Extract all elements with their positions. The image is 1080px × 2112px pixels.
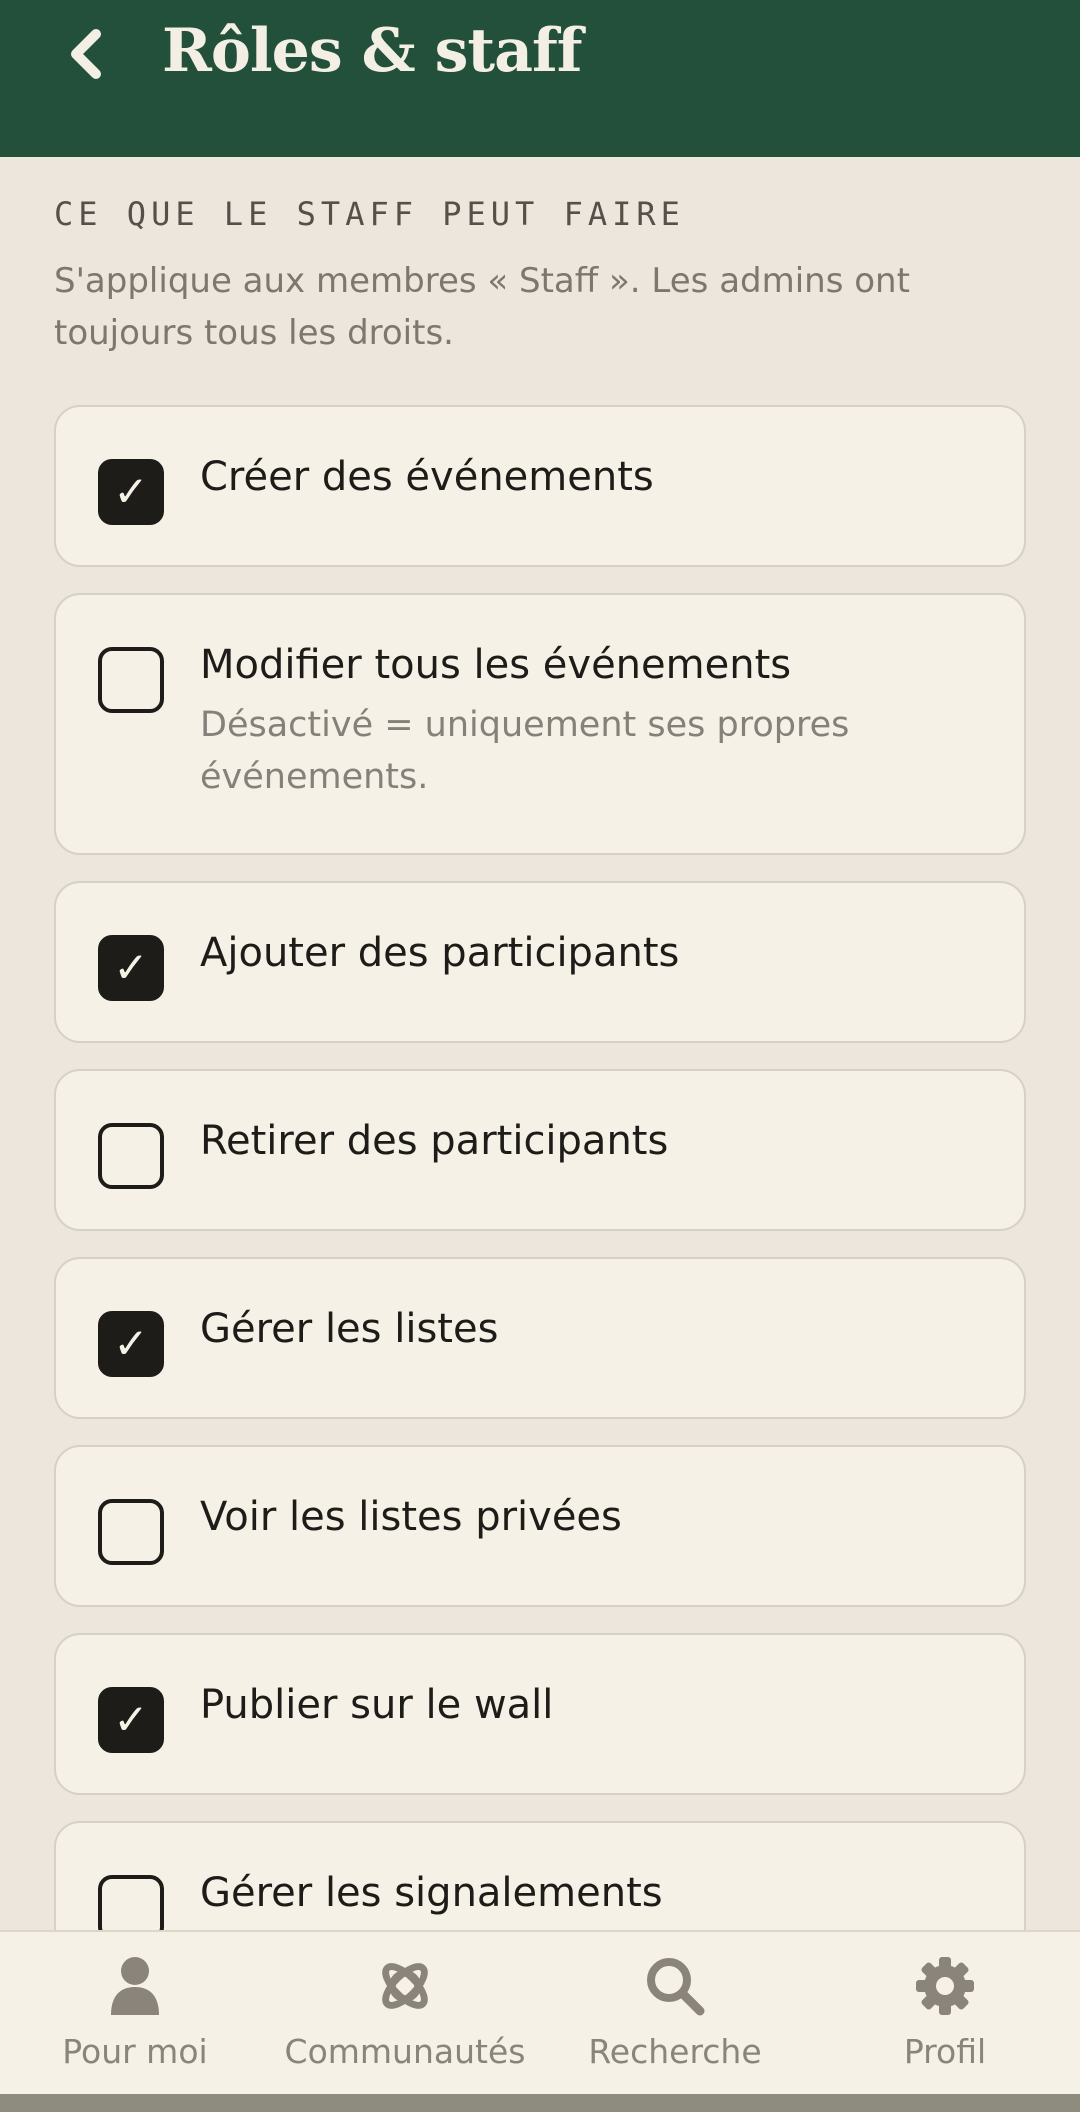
app-header: Rôles & staff (0, 0, 1080, 157)
system-bar (0, 2094, 1080, 2112)
chevron-left-icon (71, 29, 101, 79)
checkbox[interactable]: ✓ (98, 459, 164, 525)
content-area: CE QUE LE STAFF PEUT FAIRE S'applique au… (54, 157, 1026, 2009)
nav-item-pour-moi[interactable]: Pour moi (0, 1932, 270, 2094)
nav-label: Recherche (588, 2032, 762, 2071)
checkbox[interactable] (98, 1123, 164, 1189)
section-heading: CE QUE LE STAFF PEUT FAIRE (54, 195, 685, 233)
back-button[interactable] (58, 26, 114, 82)
permission-label: Créer des événements (200, 454, 654, 500)
permission-list: ✓ Créer des événements Modifier tous les… (54, 405, 1026, 1983)
permission-post-wall[interactable]: ✓ Publier sur le wall (54, 1633, 1026, 1795)
section-description: S'applique aux membres « Staff ». Les ad… (54, 261, 910, 353)
permission-add-participants[interactable]: ✓ Ajouter des participants (54, 881, 1026, 1043)
permission-hint: Désactivé = uniquement ses propres événe… (200, 705, 850, 797)
checkbox[interactable] (98, 1499, 164, 1565)
checkbox[interactable]: ✓ (98, 1687, 164, 1753)
nav-label: Profil (903, 2032, 987, 2071)
checkbox[interactable]: ✓ (98, 935, 164, 1001)
permission-label: Publier sur le wall (200, 1682, 554, 1728)
permission-label: Gérer les listes (200, 1306, 499, 1352)
nav-item-communautes[interactable]: Communautés (270, 1932, 540, 2094)
permission-label: Retirer des participants (200, 1118, 669, 1164)
checkbox[interactable]: ✓ (98, 1311, 164, 1377)
permission-view-private-lists[interactable]: Voir les listes privées (54, 1445, 1026, 1607)
permission-label: Ajouter des participants (200, 930, 680, 976)
permission-remove-participants[interactable]: Retirer des participants (54, 1069, 1026, 1231)
search-icon (643, 1954, 707, 2018)
bottom-navigation: Pour moi Communautés Recherche Profil (0, 1930, 1080, 2094)
nav-label: Communautés (284, 2032, 526, 2071)
permission-label: Voir les listes privées (200, 1494, 622, 1540)
permission-edit-all-events[interactable]: Modifier tous les événements Désactivé =… (54, 593, 1026, 855)
permission-manage-lists[interactable]: ✓ Gérer les listes (54, 1257, 1026, 1419)
permission-create-events[interactable]: ✓ Créer des événements (54, 405, 1026, 567)
nav-label: Pour moi (62, 2032, 208, 2071)
gear-icon (913, 1954, 977, 2018)
permission-label: Gérer les signalements (200, 1870, 663, 1916)
permission-label: Modifier tous les événements (200, 642, 792, 688)
nav-item-profil[interactable]: Profil (810, 1932, 1080, 2094)
checkbox[interactable] (98, 647, 164, 713)
nav-item-recherche[interactable]: Recherche (540, 1932, 810, 2094)
person-icon (103, 1954, 167, 2018)
communities-icon (373, 1954, 437, 2018)
page-title: Rôles & staff (162, 16, 583, 86)
